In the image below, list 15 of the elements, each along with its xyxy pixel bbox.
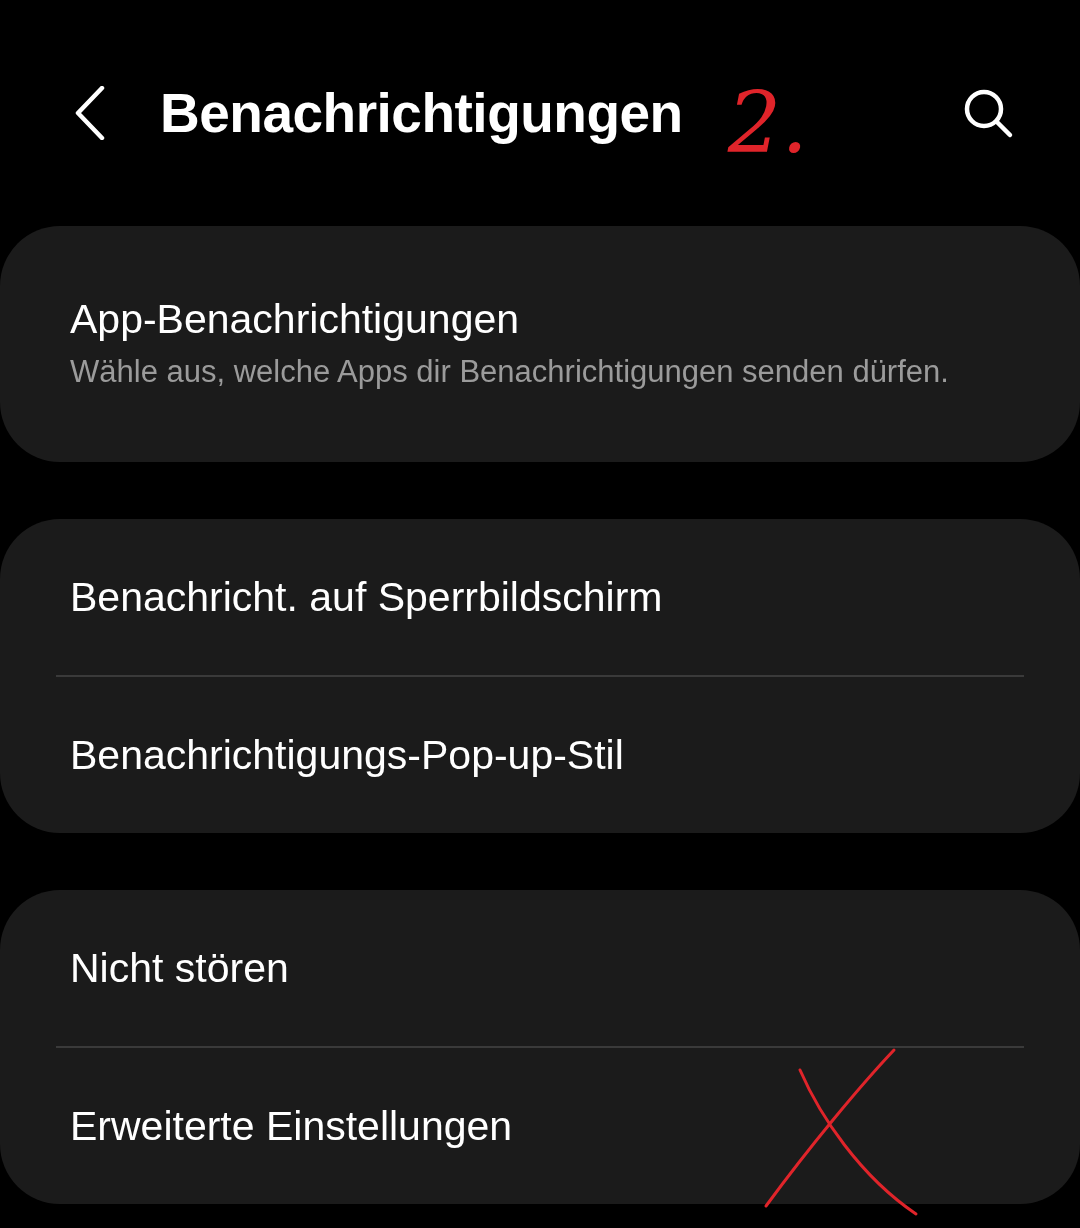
item-title: Nicht stören (70, 944, 290, 993)
item-title: Benachricht. auf Sperrbildschirm (70, 573, 664, 622)
settings-item[interactable]: Benachricht. auf Sperrbildschirm (56, 519, 1024, 675)
settings-item[interactable]: App-Benachrichtigungen Wähle aus, welche Apps dir Benachrichtigungen senden dürfen. (56, 226, 1024, 462)
page-title: Benachrichtigungen (160, 80, 683, 146)
item-title: App-Benachrichtigungen (70, 295, 521, 344)
item-title: Erweiterte Einstellungen (70, 1102, 514, 1151)
settings-item[interactable]: Erweiterte Einstellungen (56, 1048, 1024, 1204)
item-title: Benachrichtigungs-Pop-up-Stil (70, 731, 625, 780)
settings-item[interactable]: Nicht stören (56, 890, 1024, 1046)
handwritten-annotation: 2. (727, 81, 808, 165)
back-icon (74, 86, 106, 140)
item-description: Wähle aus, welche Apps dir Benachrichtigungen senden dürfen. (70, 353, 950, 391)
settings-item[interactable]: Benachrichtigungs-Pop-up-Stil (56, 677, 1024, 833)
search-icon (962, 87, 1014, 139)
